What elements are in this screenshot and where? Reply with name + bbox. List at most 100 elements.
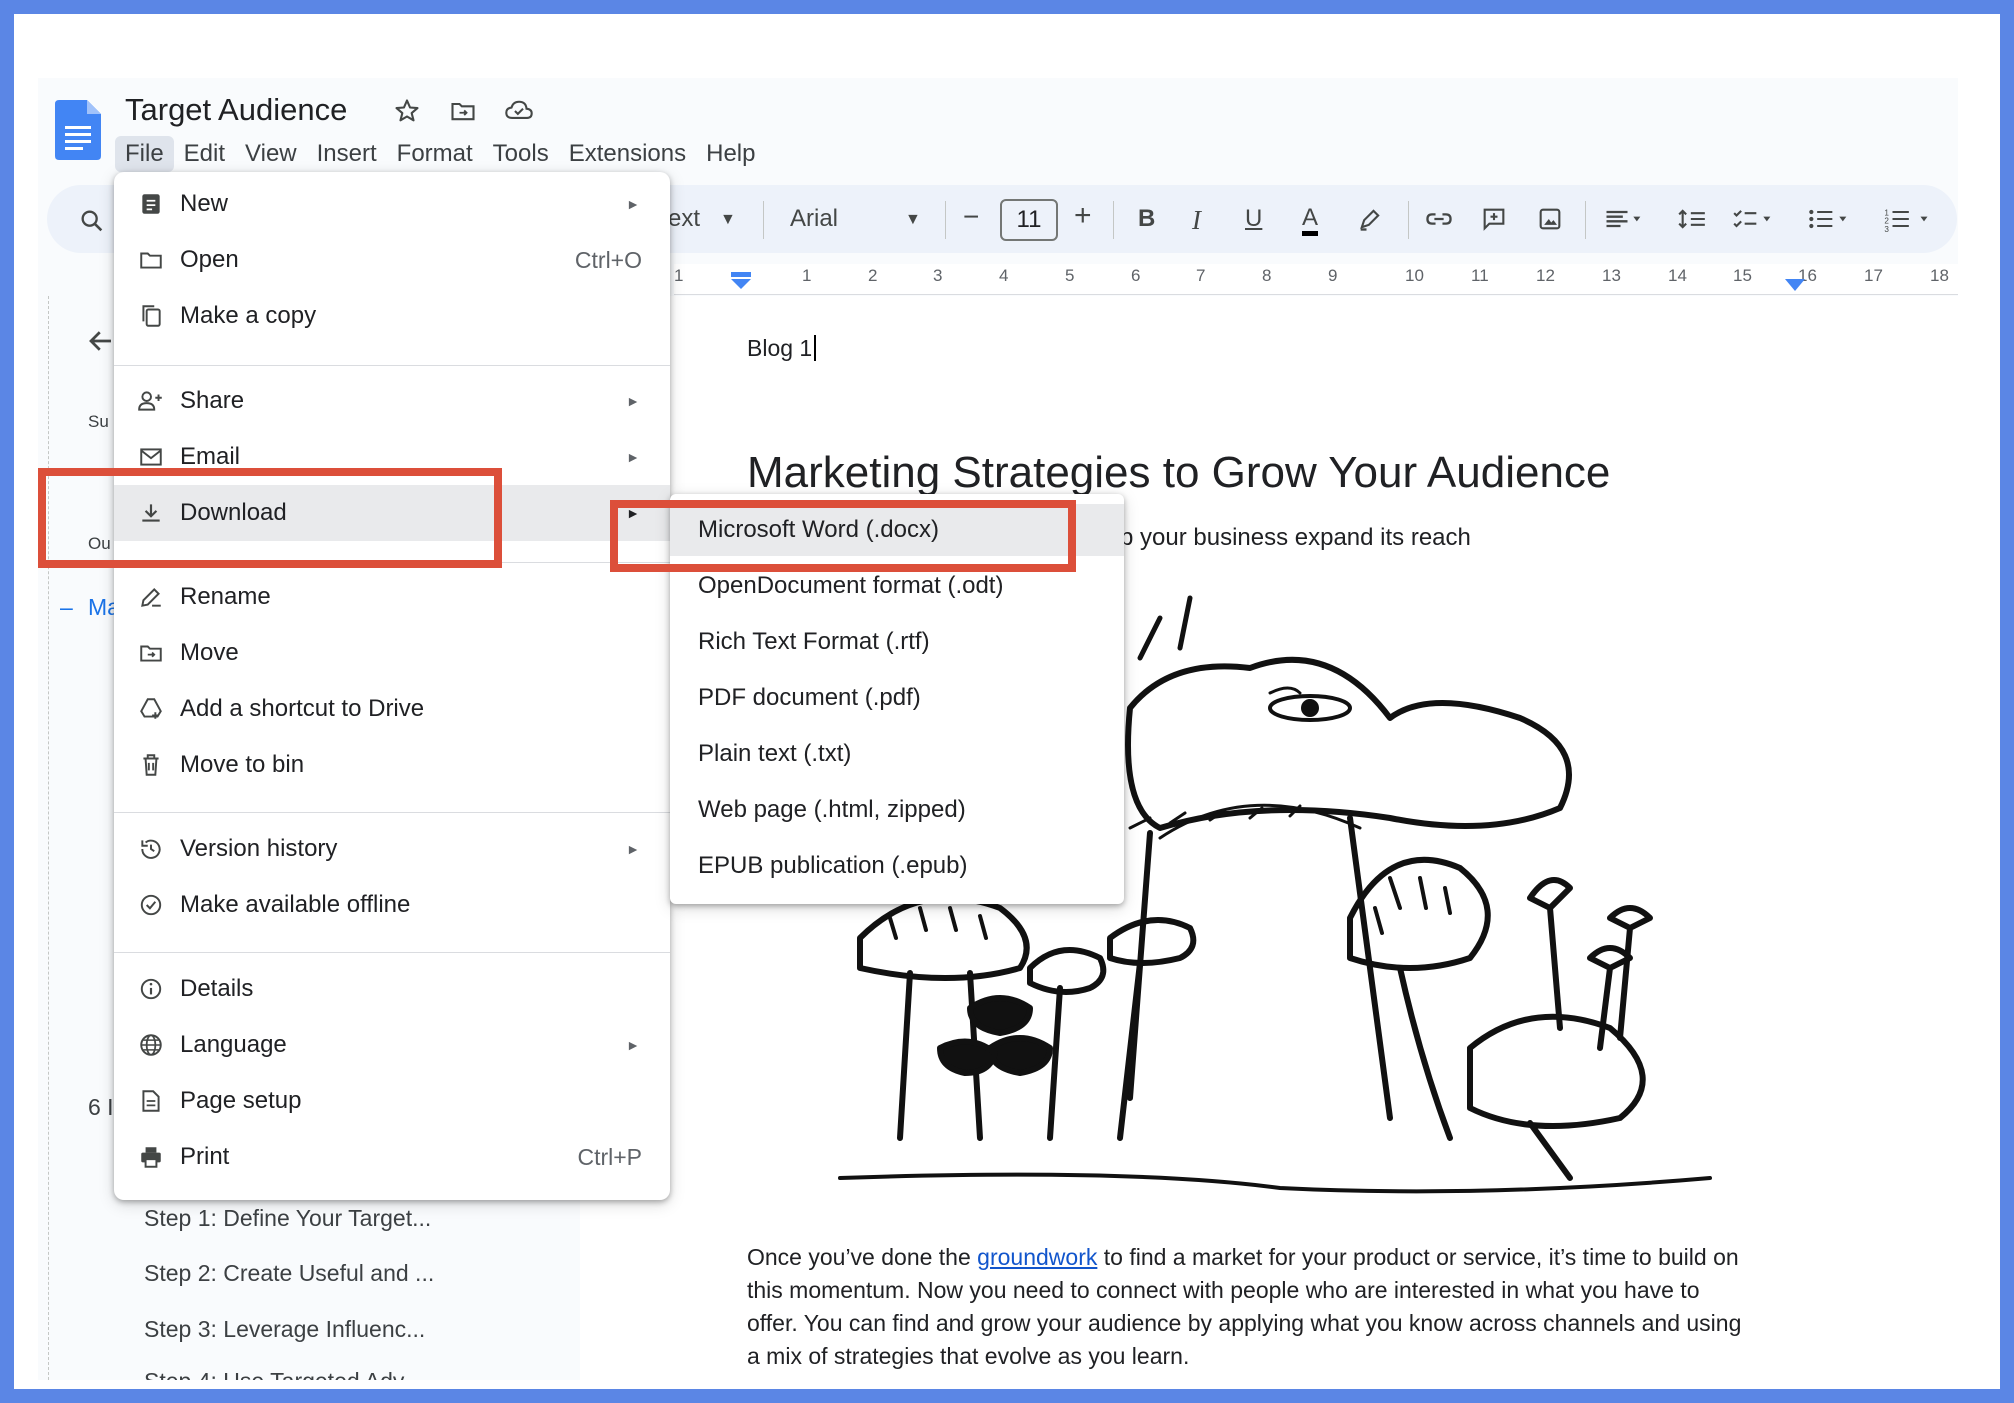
outline-item[interactable]: Step 3: Leverage Influenc... [144,1316,425,1343]
menu-item-move-to-bin[interactable]: Move to bin [114,737,670,793]
menu-item-label: Move to bin [180,751,305,778]
move-folder-icon [136,638,166,668]
groundwork-link[interactable]: groundwork [977,1244,1097,1270]
insert-image-icon[interactable] [1536,205,1564,233]
menu-item-move[interactable]: Move [114,625,670,681]
download-option-html[interactable]: Web page (.html, zipped) [670,784,1124,836]
font-size-input[interactable]: 11 [1000,199,1058,241]
outline-item[interactable]: Step 1: Define Your Target... [144,1205,431,1232]
italic-button[interactable]: I [1192,205,1201,236]
menu-help[interactable]: Help [696,136,765,172]
font-chevron-down-icon[interactable]: ▼ [905,211,921,229]
page-setup-icon [136,1086,166,1116]
ruler-number: 2 [868,266,878,285]
drive-shortcut-icon [136,694,166,724]
outline-active-marker: – [60,594,73,620]
rename-pencil-icon [136,582,166,612]
line-spacing-icon[interactable] [1676,205,1708,233]
shortcut-label: Ctrl+O [574,246,642,273]
option-label: Plain text (.txt) [698,740,852,767]
menu-item-language[interactable]: Language ► [114,1017,670,1073]
styles-dropdown[interactable]: ext [668,205,700,233]
decrease-font-size-button[interactable]: − [963,201,979,233]
font-dropdown[interactable]: Arial [790,205,838,233]
checklist-icon[interactable] [1730,205,1778,233]
menu-item-open[interactable]: Open Ctrl+O [114,232,670,288]
ruler-number: 18 [1930,266,1949,285]
ruler-number: 4 [999,266,1009,285]
menu-divider [114,812,670,813]
toolbar-divider [1408,201,1409,239]
document-title[interactable]: Target Audience [125,92,347,128]
submenu-arrow-icon: ► [626,196,640,212]
menu-item-label: New [180,190,229,217]
menu-item-print[interactable]: Print Ctrl+P [114,1129,670,1185]
ruler-number: 12 [1536,266,1555,285]
outline-item[interactable]: Step 2: Create Useful and ... [144,1260,434,1287]
highlight-pen-icon[interactable] [1356,205,1384,233]
move-folder-icon[interactable] [448,96,478,126]
document-heading[interactable]: Marketing Strategies to Grow Your Audien… [747,448,1610,498]
menu-item-new[interactable]: New ► [114,176,670,232]
ruler-number: 9 [1328,266,1338,285]
menu-file[interactable]: File [115,136,174,172]
menu-extensions[interactable]: Extensions [559,136,696,172]
menu-view[interactable]: View [235,136,307,172]
cloud-saved-icon[interactable] [504,96,534,126]
left-indent-marker-icon[interactable] [730,272,752,290]
toolbar-divider [1113,201,1114,239]
download-option-rtf[interactable]: Rich Text Format (.rtf) [670,616,1124,668]
bold-button[interactable]: B [1138,205,1155,233]
menu-item-share[interactable]: Share ► [114,373,670,429]
ruler-number: 11 [1471,266,1489,285]
align-icon[interactable] [1602,205,1646,233]
info-icon [136,974,166,1004]
menu-item-details[interactable]: Details [114,961,670,1017]
menu-item-label: Rename [180,583,271,610]
docs-logo-icon[interactable] [55,100,101,160]
right-indent-marker-icon[interactable] [1784,278,1806,292]
numbered-list-icon[interactable]: 123 [1882,205,1938,233]
styles-chevron-down-icon[interactable]: ▼ [720,211,736,229]
menu-item-label: Email [180,443,241,470]
menu-item-make-offline[interactable]: Make available offline [114,877,670,933]
search-menus-icon[interactable] [78,207,108,237]
bulleted-list-icon[interactable] [1806,205,1854,233]
document-subtitle[interactable]: p your business expand its reach [1120,524,1471,552]
copy-icon [136,301,166,331]
star-icon[interactable] [392,96,422,126]
increase-font-size-button[interactable]: + [1074,199,1092,233]
underline-button[interactable]: U [1245,205,1262,233]
submenu-arrow-icon: ► [626,393,640,409]
offline-check-icon [136,890,166,920]
ruler-number: 3 [933,266,943,285]
svg-text:3: 3 [1884,225,1889,233]
add-comment-icon[interactable] [1480,205,1508,233]
printer-icon [136,1142,166,1172]
new-document-icon [136,189,166,219]
download-option-txt[interactable]: Plain text (.txt) [670,728,1124,780]
download-option-pdf[interactable]: PDF document (.pdf) [670,672,1124,724]
menu-insert[interactable]: Insert [307,136,387,172]
download-option-epub[interactable]: EPUB publication (.epub) [670,840,1124,892]
document-paragraph[interactable]: Once you’ve done the groundwork to find … [747,1241,1747,1373]
menu-item-add-shortcut[interactable]: Add a shortcut to Drive [114,681,670,737]
text-color-button[interactable]: A [1302,205,1319,236]
outline-item[interactable]: Step 4: Use Targeted Adv... [144,1368,422,1380]
back-arrow-icon[interactable] [86,326,116,356]
menu-tools[interactable]: Tools [483,136,559,172]
menu-format[interactable]: Format [387,136,483,172]
menu-edit[interactable]: Edit [174,136,235,172]
menu-item-label: Print [180,1143,230,1170]
menu-item-page-setup[interactable]: Page setup [114,1073,670,1129]
option-label: Web page (.html, zipped) [698,796,966,823]
vertical-ruler [38,296,49,1380]
menu-divider [114,365,670,366]
menu-item-version-history[interactable]: Version history ► [114,821,670,877]
page-label[interactable]: Blog 1 [747,335,823,362]
outline-item[interactable]: 6 I [88,1094,114,1121]
menu-item-make-copy[interactable]: Make a copy [114,288,670,344]
insert-link-icon[interactable] [1424,205,1454,233]
menu-item-rename[interactable]: Rename [114,569,670,625]
horizontal-ruler[interactable]: 1 1 2 3 4 5 6 7 8 9 10 11 12 13 14 15 16… [674,264,1958,295]
